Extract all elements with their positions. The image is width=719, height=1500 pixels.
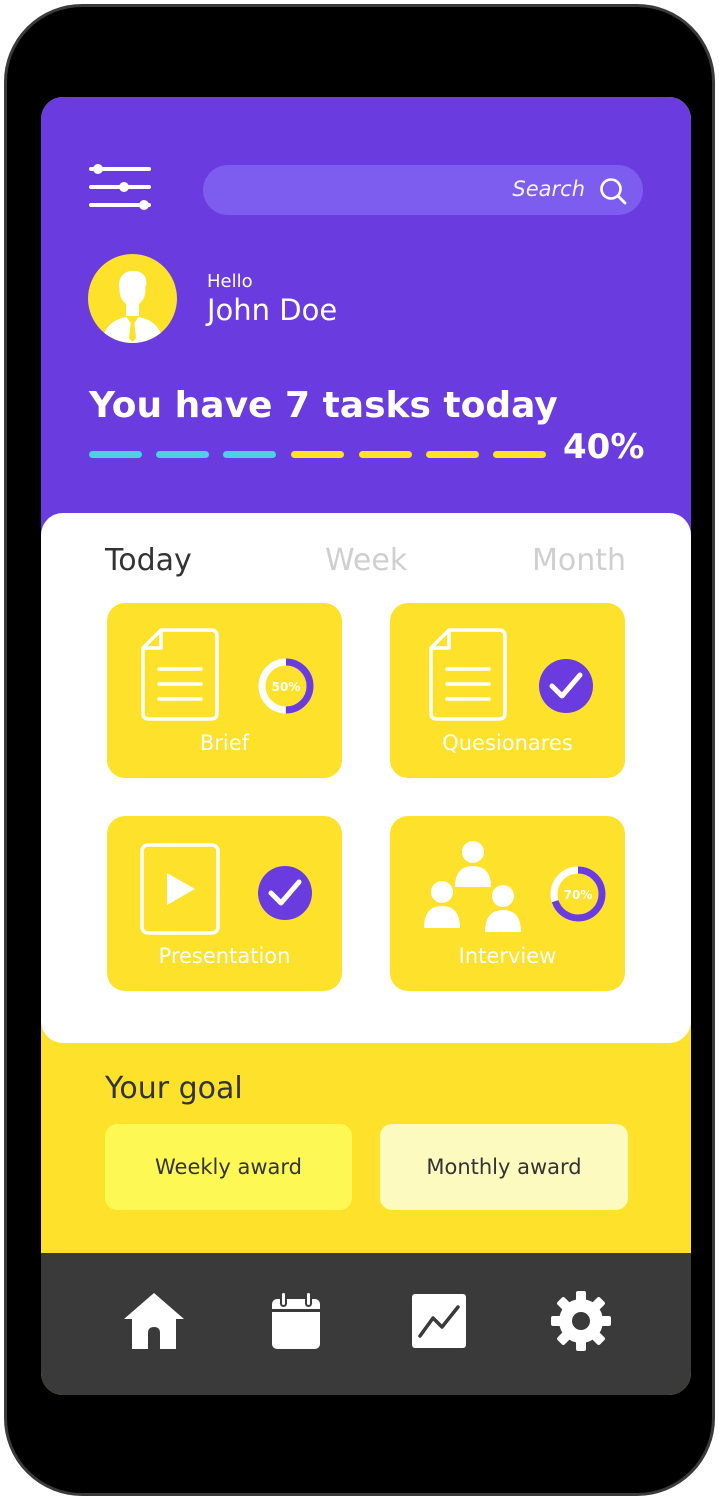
bottom-nav — [41, 1253, 691, 1395]
avatar[interactable] — [88, 254, 177, 343]
nav-calendar-button[interactable] — [264, 1289, 328, 1353]
nav-stats-button[interactable] — [407, 1289, 471, 1353]
check-icon — [539, 659, 593, 713]
calendar-icon — [272, 1291, 320, 1349]
slider-knob — [93, 164, 103, 174]
tile-label: Interview — [458, 944, 557, 968]
progress-segment — [359, 451, 412, 458]
monthly-award-button[interactable]: Monthly award — [380, 1124, 628, 1210]
progress-ring-label: 50% — [272, 680, 301, 694]
task-tile-interview[interactable]: 70% Interview — [390, 816, 625, 991]
tile-label: Brief — [199, 731, 250, 755]
nav-home-button[interactable] — [122, 1289, 186, 1353]
progress-segment — [426, 451, 479, 458]
tab-week[interactable]: Week — [325, 543, 407, 578]
search-placeholder: Search — [512, 177, 585, 201]
slider-knob — [119, 182, 129, 192]
home-icon — [124, 1293, 184, 1349]
tasks-card: Today Week Month 50% Brief Quesionares P… — [41, 513, 691, 1043]
search-icon[interactable] — [599, 177, 627, 205]
tab-today[interactable]: Today — [105, 543, 192, 578]
nav-settings-button[interactable] — [549, 1289, 613, 1353]
app-screen: Search Hello John Doe You have 7 tasks t… — [41, 97, 691, 1395]
goal-title: Your goal — [105, 1071, 243, 1106]
document-icon — [141, 628, 219, 721]
task-tile-presentation[interactable]: Presentation — [107, 816, 342, 991]
greeting: Hello — [207, 271, 253, 292]
slider-knob — [139, 200, 149, 210]
tasks-summary: You have 7 tasks today — [89, 385, 558, 426]
progress-percent: 40% — [563, 427, 645, 467]
tile-label: Presentation — [158, 944, 291, 968]
filter-menu-button[interactable] — [89, 163, 153, 211]
progress-segment — [493, 451, 546, 458]
user-icon — [102, 270, 163, 343]
progress-segment — [156, 451, 209, 458]
award-label: Weekly award — [155, 1155, 302, 1179]
document-icon — [429, 628, 507, 721]
header: Search Hello John Doe You have 7 tasks t… — [41, 97, 691, 537]
check-icon — [258, 866, 312, 920]
weekly-award-button[interactable]: Weekly award — [105, 1124, 352, 1210]
play-icon — [140, 843, 220, 935]
people-icon — [424, 841, 521, 932]
phone-frame: Search Hello John Doe You have 7 tasks t… — [4, 4, 715, 1496]
tile-label: Quesionares — [442, 731, 573, 755]
task-tile-quesionares[interactable]: Quesionares — [390, 603, 625, 778]
progress-segment — [223, 451, 276, 458]
progress-ring-label: 70% — [564, 888, 593, 902]
task-tile-brief[interactable]: 50% Brief — [107, 603, 342, 778]
search-input[interactable]: Search — [203, 165, 643, 215]
progress-ring-icon: 70% — [550, 866, 606, 922]
tab-month[interactable]: Month — [532, 543, 626, 578]
progress-segment — [291, 451, 344, 458]
chart-icon — [412, 1294, 466, 1348]
gear-icon — [551, 1291, 611, 1351]
user-name: John Doe — [207, 293, 338, 327]
progress-ring-icon: 50% — [258, 658, 314, 714]
progress-segment — [89, 451, 142, 458]
award-label: Monthly award — [426, 1155, 582, 1179]
